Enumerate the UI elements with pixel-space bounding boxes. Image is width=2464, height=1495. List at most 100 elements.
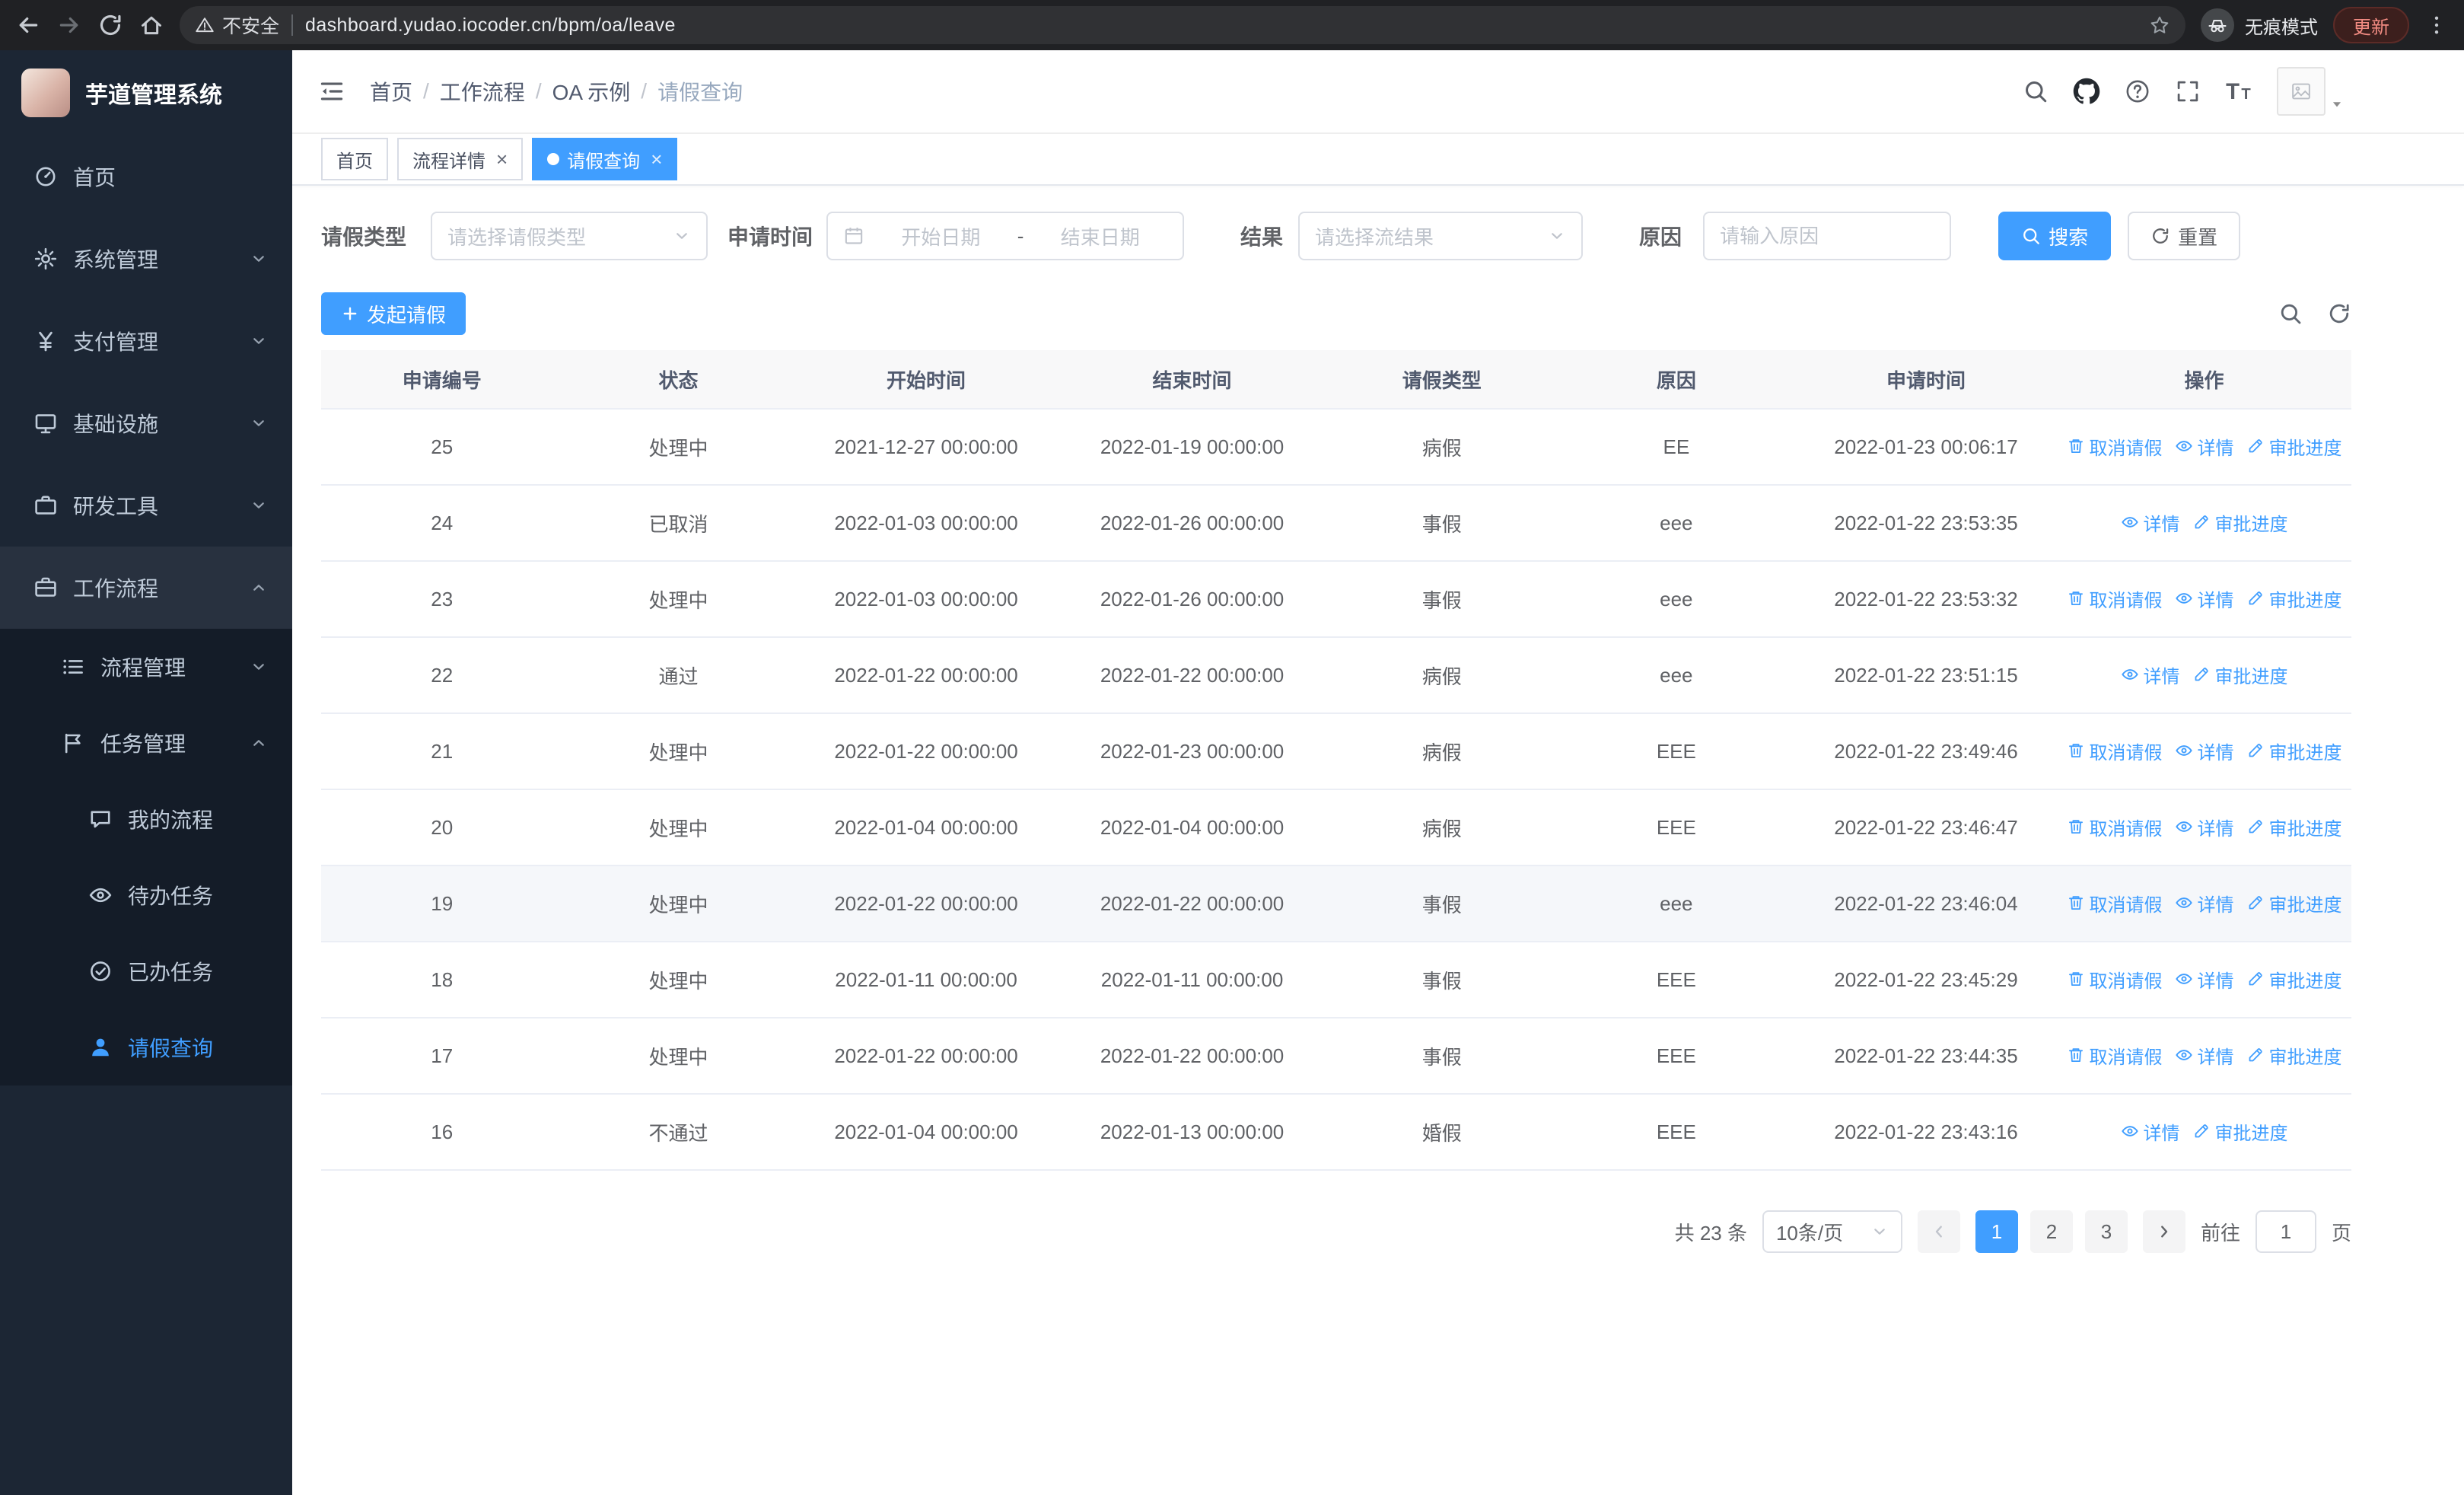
- detail-action-link[interactable]: 详情: [2175, 814, 2234, 840]
- progress-action-link[interactable]: 审批进度: [2192, 661, 2288, 688]
- result-select[interactable]: 请选择流结果: [1298, 212, 1584, 260]
- apply-time-range-picker[interactable]: 开始日期 - 结束日期: [826, 212, 1185, 260]
- sidebar-collapse-button[interactable]: [318, 78, 345, 105]
- eye-icon: [2175, 589, 2193, 607]
- breadcrumb-item[interactable]: 工作流程: [440, 76, 525, 107]
- page-button-3[interactable]: 3: [2084, 1210, 2128, 1253]
- goto-suffix: 页: [2331, 1221, 2351, 1245]
- progress-action-link[interactable]: 审批进度: [2246, 890, 2342, 916]
- back-button[interactable]: [15, 12, 41, 38]
- leave-type-select[interactable]: 请选择请假类型: [431, 212, 708, 260]
- detail-action-link[interactable]: 详情: [2175, 433, 2234, 460]
- sidebar-item-leave-query[interactable]: 请假查询: [0, 1009, 292, 1085]
- active-tab-dot: [547, 153, 560, 165]
- update-button[interactable]: 更新: [2333, 7, 2409, 43]
- sidebar-item-infrastructure[interactable]: 基础设施: [0, 382, 292, 464]
- sidebar-item-my-process[interactable]: 我的流程: [0, 781, 292, 857]
- security-status[interactable]: 不安全: [195, 11, 279, 39]
- search-button[interactable]: 搜索: [1998, 212, 2112, 260]
- progress-action-link[interactable]: 审批进度: [2246, 433, 2342, 460]
- cell-leave-type: 病假: [1326, 637, 1558, 714]
- sidebar-item-todo-tasks[interactable]: 待办任务: [0, 857, 292, 933]
- edit-icon: [2246, 1046, 2265, 1064]
- security-label: 不安全: [222, 16, 280, 37]
- app-title: 芋道管理系统: [85, 83, 222, 108]
- progress-action-link[interactable]: 审批进度: [2246, 1042, 2342, 1069]
- app-logo[interactable]: 芋道管理系统: [0, 50, 292, 135]
- table-search-toggle-button[interactable]: [2278, 301, 2303, 326]
- detail-action-link[interactable]: 详情: [2121, 661, 2180, 688]
- cell-status: 处理中: [562, 713, 794, 790]
- page-size-select[interactable]: 10条/页: [1762, 1210, 1902, 1253]
- progress-action-link[interactable]: 审批进度: [2246, 738, 2342, 764]
- trash-icon: [2067, 970, 2085, 988]
- cancel-action-link[interactable]: 取消请假: [2067, 433, 2163, 460]
- edit-icon: [2246, 741, 2265, 760]
- cell-actions: 详情 审批进度: [2057, 485, 2351, 562]
- progress-action-link[interactable]: 审批进度: [2246, 814, 2342, 840]
- detail-action-link[interactable]: 详情: [2121, 1118, 2180, 1145]
- detail-action-link[interactable]: 详情: [2121, 509, 2180, 536]
- cancel-action-link[interactable]: 取消请假: [2067, 1042, 2163, 1069]
- detail-action-link[interactable]: 详情: [2175, 1042, 2234, 1069]
- bookmark-star-button[interactable]: [2149, 14, 2170, 36]
- tab-close-icon[interactable]: ×: [496, 149, 508, 169]
- github-link[interactable]: [2073, 78, 2100, 105]
- page-button-1[interactable]: 1: [1975, 1210, 2018, 1253]
- create-leave-button[interactable]: 发起请假: [321, 292, 466, 335]
- progress-action-link[interactable]: 审批进度: [2246, 966, 2342, 993]
- progress-action-link[interactable]: 审批进度: [2192, 1118, 2288, 1145]
- sidebar-item-home[interactable]: 首页: [0, 135, 292, 218]
- dots-vertical-icon: [2424, 13, 2449, 37]
- detail-action-link[interactable]: 详情: [2175, 890, 2234, 916]
- forward-button[interactable]: [56, 12, 82, 38]
- cancel-action-link[interactable]: 取消请假: [2067, 966, 2163, 993]
- sidebar-item-task-mgmt[interactable]: 任务管理: [0, 705, 292, 781]
- sidebar-item-workflow[interactable]: 工作流程: [0, 547, 292, 629]
- cell-status: 处理中: [562, 942, 794, 1018]
- home-button[interactable]: [138, 12, 164, 38]
- browser-menu-button[interactable]: [2424, 13, 2449, 37]
- header-search-button[interactable]: [2023, 78, 2049, 104]
- tab-process-detail[interactable]: 流程详情 ×: [397, 138, 524, 180]
- sidebar-item-label: 研发工具: [73, 495, 159, 518]
- sidebar-item-payment-mgmt[interactable]: 支付管理: [0, 300, 292, 382]
- tab-home[interactable]: 首页: [321, 138, 388, 180]
- font-size-button[interactable]: TT: [2225, 78, 2252, 105]
- sidebar-item-label: 基础设施: [73, 413, 159, 436]
- sidebar-item-dev-tools[interactable]: 研发工具: [0, 464, 292, 547]
- user-avatar-menu[interactable]: [2277, 67, 2344, 116]
- cancel-action-link[interactable]: 取消请假: [2067, 814, 2163, 840]
- help-button[interactable]: [2125, 78, 2150, 104]
- fullscreen-icon: [2175, 78, 2201, 104]
- breadcrumb-item[interactable]: 首页: [370, 76, 412, 107]
- progress-action-link[interactable]: 审批进度: [2246, 585, 2342, 612]
- reload-button[interactable]: [97, 12, 123, 38]
- next-page-button[interactable]: [2142, 1210, 2185, 1253]
- address-bar[interactable]: 不安全 dashboard.yudao.iocoder.cn/bpm/oa/le…: [180, 6, 2185, 44]
- goto-page-input[interactable]: [2255, 1210, 2316, 1253]
- cancel-action-link[interactable]: 取消请假: [2067, 890, 2163, 916]
- cell-start-time: 2022-01-22 00:00:00: [794, 713, 1059, 790]
- tab-close-icon[interactable]: ×: [651, 149, 662, 169]
- process-icon: [61, 655, 85, 679]
- cell-actions: 取消请假 详情 审批进度: [2057, 942, 2351, 1018]
- prev-page-button[interactable]: [1917, 1210, 1960, 1253]
- sidebar-item-process-mgmt[interactable]: 流程管理: [0, 629, 292, 705]
- table-refresh-button[interactable]: [2327, 301, 2351, 326]
- cancel-action-link[interactable]: 取消请假: [2067, 585, 2163, 612]
- progress-action-link[interactable]: 审批进度: [2192, 509, 2288, 536]
- breadcrumb-item[interactable]: OA 示例: [552, 76, 631, 107]
- reason-input[interactable]: [1703, 212, 1952, 260]
- tab-leave-query[interactable]: 请假查询 ×: [532, 138, 678, 180]
- page-button-2[interactable]: 2: [2029, 1210, 2073, 1253]
- fullscreen-button[interactable]: [2175, 78, 2201, 104]
- cancel-action-link[interactable]: 取消请假: [2067, 738, 2163, 764]
- detail-action-link[interactable]: 详情: [2175, 966, 2234, 993]
- sidebar-item-system-mgmt[interactable]: 系统管理: [0, 218, 292, 300]
- sidebar-item-done-tasks[interactable]: 已办任务: [0, 933, 292, 1009]
- detail-action-link[interactable]: 详情: [2175, 585, 2234, 612]
- detail-action-link[interactable]: 详情: [2175, 738, 2234, 764]
- reset-button[interactable]: 重置: [2128, 212, 2241, 260]
- breadcrumb-separator: /: [423, 79, 429, 103]
